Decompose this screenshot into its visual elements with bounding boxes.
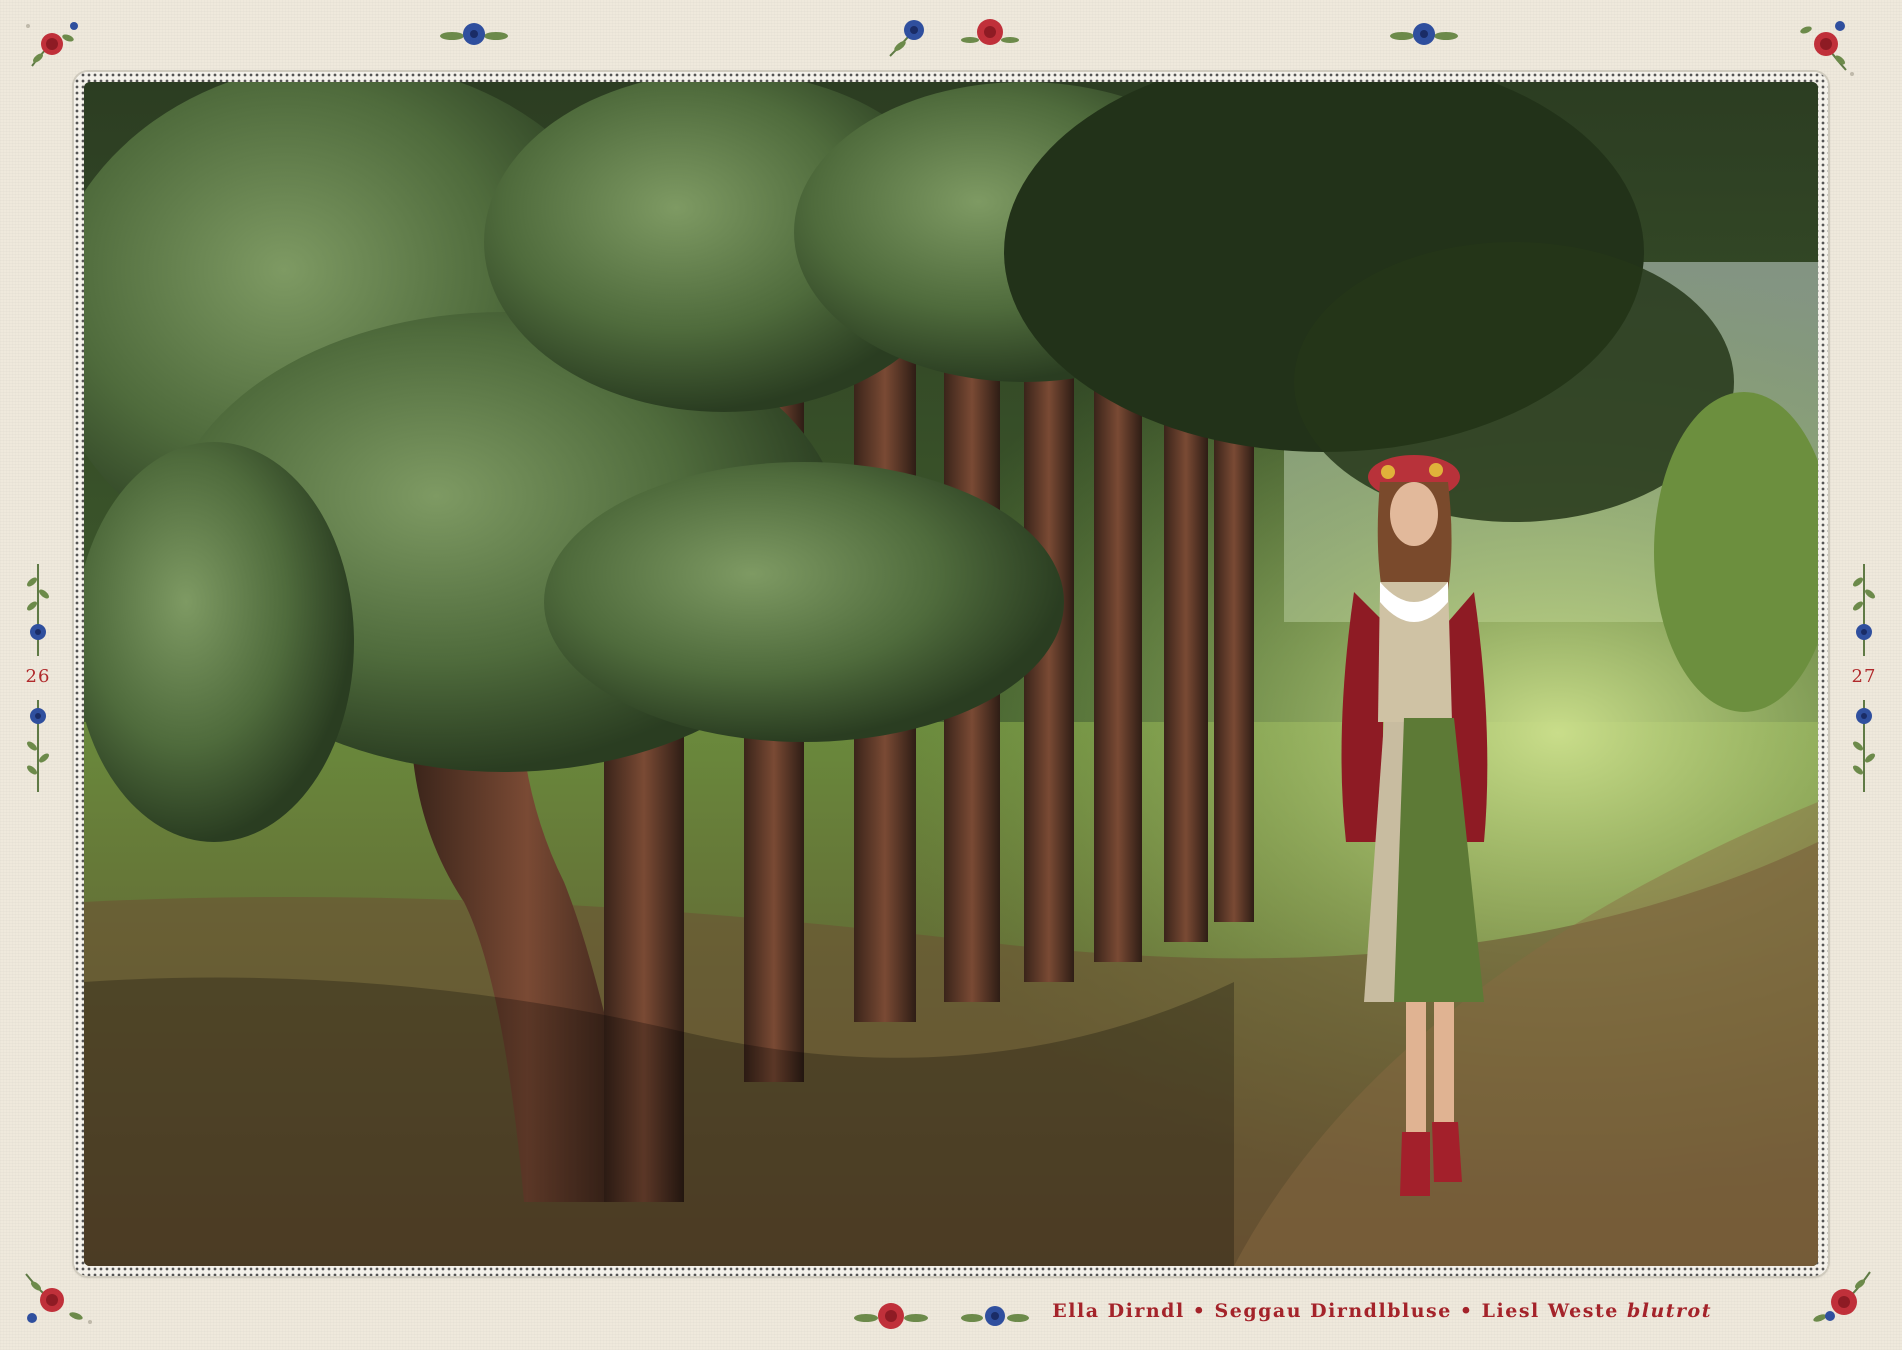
page-number-left: 26 [25, 666, 51, 687]
cornflower-sprig-icon [1844, 560, 1884, 660]
cornflower-icon [884, 12, 940, 60]
caption-item-3: Liesl Weste [1481, 1300, 1619, 1322]
rose-corner-icon [18, 1264, 98, 1330]
photo-frame [74, 72, 1828, 1276]
cornflower-icon [1388, 16, 1460, 52]
page-number-right: 27 [1851, 666, 1877, 687]
rose-icon [852, 1296, 930, 1336]
caption-item-1: Ella Dirndl [1052, 1300, 1185, 1322]
forest-photo [84, 82, 1818, 1266]
cornflower-icon [960, 1298, 1030, 1334]
product-caption: Ella Dirndl • Seggau Dirndlbluse • Liesl… [1052, 1300, 1712, 1322]
caption-separator: • [1184, 1300, 1215, 1322]
rose-corner-icon [22, 16, 84, 74]
caption-item-2: Seggau Dirndlbluse [1214, 1300, 1452, 1322]
cornflower-sprig-icon [1844, 696, 1884, 796]
rose-icon [960, 12, 1020, 56]
rose-corner-icon [1800, 1262, 1880, 1334]
cornflower-sprig-icon [18, 560, 58, 660]
cornflower-icon [438, 16, 510, 52]
caption-separator: • [1451, 1300, 1482, 1322]
cornflower-sprig-icon [18, 696, 58, 796]
rose-corner-icon [1786, 12, 1858, 78]
caption-color-name: blutrot [1626, 1300, 1712, 1322]
